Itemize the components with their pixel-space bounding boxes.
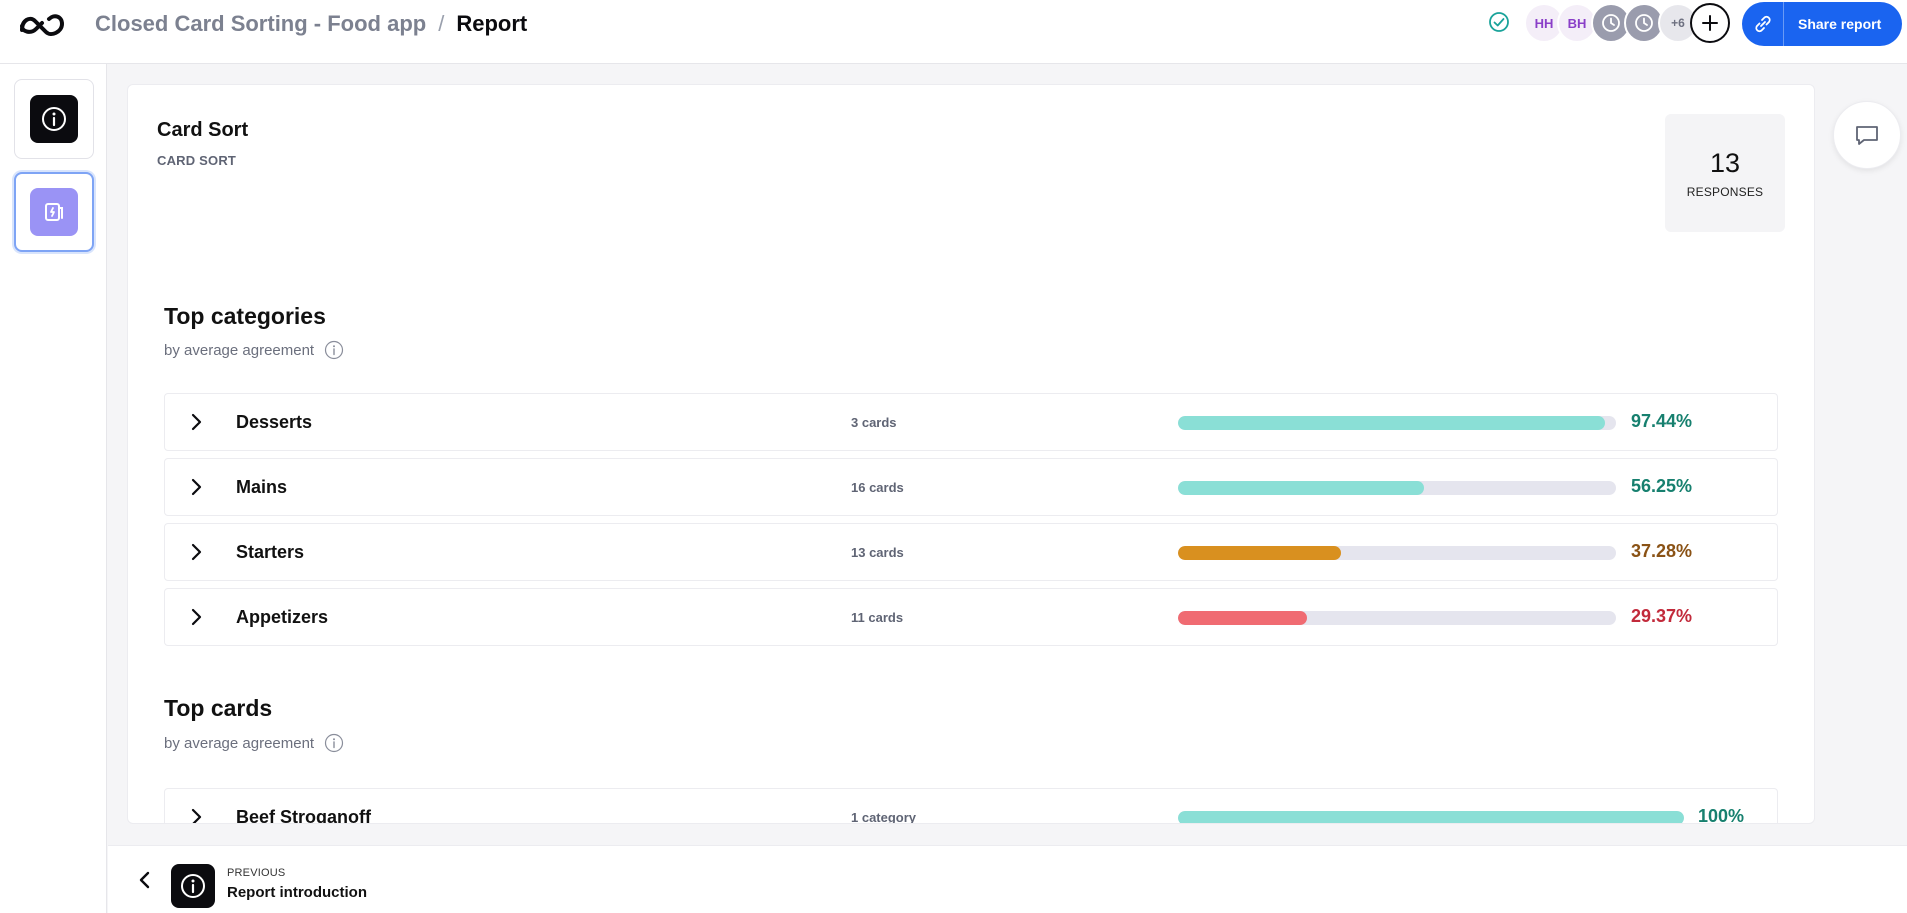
agreement-bar-fill (1178, 546, 1342, 560)
agreement-bar-fill (1178, 481, 1425, 495)
row-count: 16 cards (851, 480, 904, 495)
chevron-right-icon[interactable] (187, 413, 205, 431)
plus-icon (1702, 15, 1718, 31)
row-count: 1 category (851, 810, 917, 824)
chevron-right-icon[interactable] (187, 543, 205, 561)
app-logo-icon[interactable] (18, 10, 66, 38)
add-collaborator-button[interactable] (1690, 3, 1730, 43)
chevron-right-icon[interactable] (187, 808, 205, 824)
rail-item-card-sort[interactable] (14, 172, 94, 252)
row-name: Appetizers (236, 607, 329, 627)
breadcrumb-project[interactable]: Closed Card Sorting - Food app (95, 11, 426, 36)
agreement-bar-fill (1178, 611, 1307, 625)
category-row[interactable]: Desserts 3 cards 97.44% (164, 393, 1778, 451)
step-rail (0, 64, 107, 913)
previous-step-link[interactable]: Report introduction (227, 884, 367, 901)
info-icon[interactable] (324, 340, 344, 360)
responses-label: RESPONSES (1686, 185, 1764, 199)
share-report-button[interactable]: Share report (1742, 2, 1902, 46)
category-row[interactable]: Starters 13 cards 37.28% (164, 523, 1778, 581)
card-row[interactable]: Beef Stroganoff 1 category 100% (164, 788, 1778, 824)
section-title: Card Sort (157, 119, 249, 141)
rail-item-introduction[interactable] (14, 79, 94, 159)
agreement-percent: 29.37% (1631, 606, 1693, 626)
row-name: Beef Stroganoff (236, 807, 371, 824)
chevron-left-icon[interactable] (134, 869, 156, 891)
info-icon (30, 95, 78, 143)
saved-check-icon (1489, 12, 1509, 32)
bottom-navigation: PREVIOUS Report introduction (108, 845, 1907, 913)
category-row[interactable]: Appetizers 11 cards 29.37% (164, 588, 1778, 646)
top-bar: Closed Card Sorting - Food app / Report HH… (0, 0, 1907, 64)
section-type-label: CARD SORT (157, 153, 237, 168)
row-name: Desserts (236, 412, 313, 432)
row-name: Mains (236, 477, 288, 497)
chevron-right-icon[interactable] (187, 608, 205, 626)
card-sort-icon (30, 188, 78, 236)
breadcrumb-current: Report (456, 11, 528, 36)
top-categories-sort-label: by average agreement (164, 341, 315, 359)
agreement-bar-track (1178, 416, 1616, 430)
agreement-percent: 56.25% (1631, 476, 1693, 496)
agreement-bar-track (1178, 481, 1616, 495)
agreement-percent: 97.44% (1631, 411, 1693, 431)
agreement-percent: 100% (1698, 806, 1745, 824)
info-icon (181, 874, 205, 898)
agreement-bar-fill (1178, 416, 1605, 430)
agreement-bar-track (1178, 811, 1684, 823)
link-icon (1742, 2, 1784, 46)
breadcrumb: Closed Card Sorting - Food app / Report (95, 11, 527, 37)
top-cards-subheading: by average agreement (164, 733, 344, 753)
agreement-bar-track (1178, 611, 1616, 625)
breadcrumb-separator: / (438, 11, 445, 36)
agreement-percent: 37.28% (1631, 541, 1693, 561)
top-categories-subheading: by average agreement (164, 340, 344, 360)
clock-icon (1602, 14, 1620, 32)
responses-count: 13 (1709, 148, 1741, 178)
agreement-bar-fill (1178, 811, 1684, 823)
top-categories-heading: Top categories (164, 303, 326, 329)
share-report-label: Share report (1798, 16, 1882, 32)
report-section-card: Card Sort CARD SORT 13 RESPONSES Top cat… (127, 84, 1815, 824)
chevron-right-icon[interactable] (187, 478, 205, 496)
clock-icon (1635, 14, 1653, 32)
agreement-bar-track (1178, 546, 1616, 560)
row-count: 11 cards (851, 610, 904, 625)
info-icon[interactable] (324, 733, 344, 753)
comment-icon (1856, 126, 1878, 145)
top-cards-sort-label: by average agreement (164, 734, 315, 752)
previous-step-icon[interactable] (171, 864, 215, 908)
top-cards-heading: Top cards (164, 695, 273, 721)
row-name: Starters (236, 542, 305, 562)
row-count: 3 cards (851, 415, 897, 430)
responses-summary: 13 RESPONSES (1665, 114, 1785, 232)
category-row[interactable]: Mains 16 cards 56.25% (164, 458, 1778, 516)
comments-button[interactable] (1833, 101, 1901, 169)
previous-kicker: PREVIOUS (227, 867, 286, 879)
row-count: 13 cards (851, 545, 904, 560)
